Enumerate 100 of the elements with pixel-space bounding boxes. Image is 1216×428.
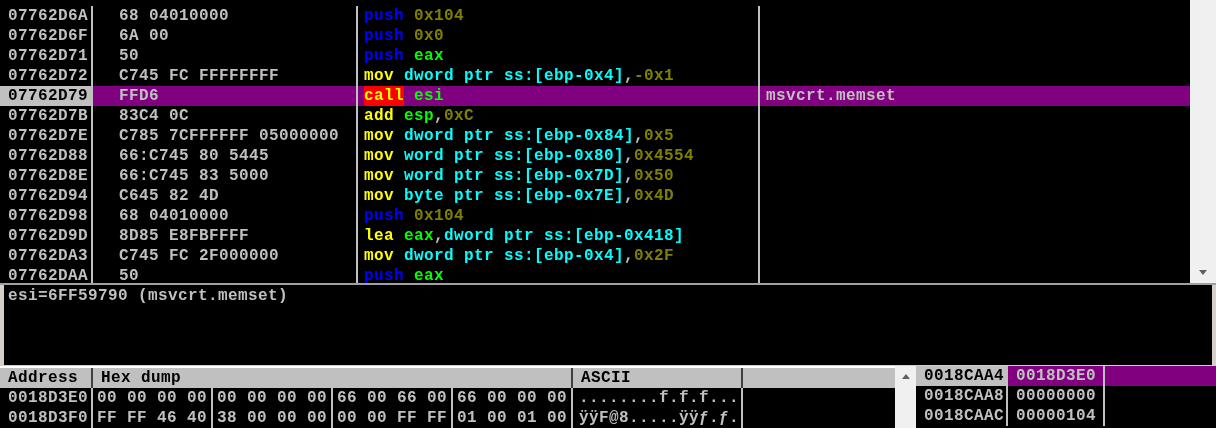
disassembly-row[interactable]: 66:C745 80 5445 mov word ptr ss:[ebp-0x80],0x4554 — [93, 146, 1190, 166]
disassembly-row[interactable]: 8D85 E8FBFFFF lea eax,dword ptr ss:[ebp-0x418] — [93, 226, 1190, 246]
constant: 0x4554 — [634, 146, 695, 166]
value-cell: 0018D3E0 — [1008, 366, 1105, 386]
address-cell: 07762D71 — [0, 46, 93, 66]
disassembly-row[interactable]: 68 04010000 push 0x104 — [93, 6, 1190, 26]
hex-cell: FFD6 — [93, 86, 358, 106]
mnemonic: mov — [364, 186, 394, 206]
mnemonic: push — [364, 6, 404, 26]
mnemonic: mov — [364, 126, 394, 146]
separator: , — [434, 226, 445, 246]
hex-cell: 68 04010000 — [93, 6, 358, 26]
address-cell: 07762D7B — [0, 106, 93, 126]
separator: , — [624, 146, 635, 166]
hex-cell: C745 FC 2F000000 — [93, 246, 358, 266]
address-cell: 0018D3E0 — [0, 388, 93, 408]
hex-cell: 38 00 00 00 — [213, 408, 333, 428]
address-cell: 07762D94 — [0, 186, 93, 206]
hex-cell: 01 00 01 00 — [453, 408, 573, 428]
address-cell: 07762DA3 — [0, 246, 93, 266]
hex-cell: 66 00 66 00 — [333, 388, 453, 408]
disassembly-row[interactable]: C745 FC 2F000000 mov dword ptr ss:[ebp-0x4],0x2F — [93, 246, 1190, 266]
hex-cell: 00 00 00 00 — [213, 388, 333, 408]
vertical-scrollbar[interactable] — [1190, 0, 1216, 283]
hex-cell: FF FF 46 40 — [93, 408, 213, 428]
constant: 0x104 — [414, 6, 465, 26]
memory-operand: byte ptr ss:[ebp-0x7E] — [404, 186, 625, 206]
value-cell: 00000000 — [1008, 386, 1105, 406]
hex-cell: C645 82 4D — [93, 186, 358, 206]
hex-cell: 8D85 E8FBFFFF — [93, 226, 358, 246]
mnemonic: push — [364, 46, 404, 66]
separator: , — [624, 246, 635, 266]
register: esi — [414, 86, 445, 106]
scroll-up-icon[interactable] — [901, 374, 910, 379]
disassembly-row[interactable]: 66:C745 83 5000 mov word ptr ss:[ebp-0x7D],0x50 — [93, 166, 1190, 186]
register: esp — [404, 106, 435, 126]
mnemonic: push — [364, 26, 404, 46]
mnemonic: add — [364, 106, 394, 126]
mnemonic: push — [364, 266, 404, 283]
register: eax — [414, 46, 445, 66]
stack-row[interactable]: 00000000 — [1008, 386, 1216, 406]
hex-cell: 66:C745 83 5000 — [93, 166, 358, 186]
address-cell: 0018CAA4 — [916, 366, 1008, 386]
memory-operand: dword ptr ss:[ebp-0x418] — [444, 226, 685, 246]
disassembly-row[interactable]: 6A 00 push 0x0 — [93, 26, 1190, 46]
ascii-cell: ........f.f.f... — [573, 388, 743, 408]
hex-cell: 68 04010000 — [93, 206, 358, 226]
disassembly-row[interactable]: 83C4 0C add esp,0xC — [93, 106, 1190, 126]
address-cell: 07762D79 — [0, 86, 93, 106]
constant: 0x50 — [634, 166, 675, 186]
separator: , — [624, 66, 635, 86]
comment-cell: msvcrt.memset — [766, 87, 897, 105]
memory-operand: word ptr ss:[ebp-0x80] — [404, 146, 625, 166]
hex-cell: 00 00 FF FF — [333, 408, 453, 428]
stack-row[interactable]: 0018D3E0 — [1008, 366, 1216, 386]
address-cell: 07762D6F — [0, 26, 93, 46]
constant: 0x0 — [414, 26, 445, 46]
constant: 0x2F — [634, 246, 675, 266]
memory-operand: dword ptr ss:[ebp-0x4] — [404, 246, 625, 266]
address-cell: 0018CAA8 — [916, 386, 1008, 406]
mnemonic: mov — [364, 146, 394, 166]
address-cell: 07762D7E — [0, 126, 93, 146]
separator: , — [434, 106, 445, 126]
mnemonic: mov — [364, 66, 394, 86]
disassembly-row[interactable]: 68 04010000 push 0x104 — [93, 206, 1190, 226]
column-header[interactable]: ASCII — [573, 368, 743, 388]
register: eax — [404, 226, 435, 246]
constant: 0x4D — [634, 186, 675, 206]
column-header[interactable]: Address — [0, 368, 93, 388]
memory-operand: word ptr ss:[ebp-0x7D] — [404, 166, 625, 186]
column-header[interactable]: Hex dump — [93, 368, 573, 388]
disassembly-row[interactable]: 50 push eax — [93, 46, 1190, 66]
mnemonic: mov — [364, 246, 394, 266]
hex-cell: 6A 00 — [93, 26, 358, 46]
separator: , — [624, 166, 635, 186]
memory-operand: dword ptr ss:[ebp-0x4] — [404, 66, 625, 86]
address-cell: 0018CAAC — [916, 406, 1008, 426]
separator: , — [624, 186, 635, 206]
disassembly-row[interactable]: FFD6 call esi msvcrt.memset — [93, 86, 1190, 106]
address-cell: 07762D8E — [0, 166, 93, 186]
constant: -0x1 — [634, 66, 675, 86]
address-cell: 07762D88 — [0, 146, 93, 166]
scroll-down-icon[interactable] — [1199, 270, 1207, 275]
address-cell: 07762D6A — [0, 6, 93, 26]
address-cell: 07762D9D — [0, 226, 93, 246]
stack-row[interactable]: 00000104 — [1008, 406, 1216, 426]
disassembly-row[interactable]: C785 7CFFFFFF 05000000 mov dword ptr ss:[ebp-0x84],0x5 — [93, 126, 1190, 146]
mnemonic: mov — [364, 166, 394, 186]
constant: 0x104 — [414, 206, 465, 226]
disassembly-row[interactable]: C645 82 4D mov byte ptr ss:[ebp-0x7E],0x4D — [93, 186, 1190, 206]
constant: 0x5 — [644, 126, 675, 146]
mnemonic: call — [364, 86, 404, 106]
hex-cell: 00 00 00 00 — [93, 388, 213, 408]
separator: , — [634, 126, 645, 146]
hex-cell: 83C4 0C — [93, 106, 358, 126]
vertical-scrollbar[interactable] — [895, 366, 916, 428]
address-cell: 0018D3F0 — [0, 408, 93, 428]
constant: 0xC — [444, 106, 475, 126]
info-text: esi=6FF59790 (msvcrt.memset) — [8, 287, 289, 305]
ascii-cell: ÿÿF@8.....ÿÿƒ.ƒ. — [573, 408, 743, 428]
